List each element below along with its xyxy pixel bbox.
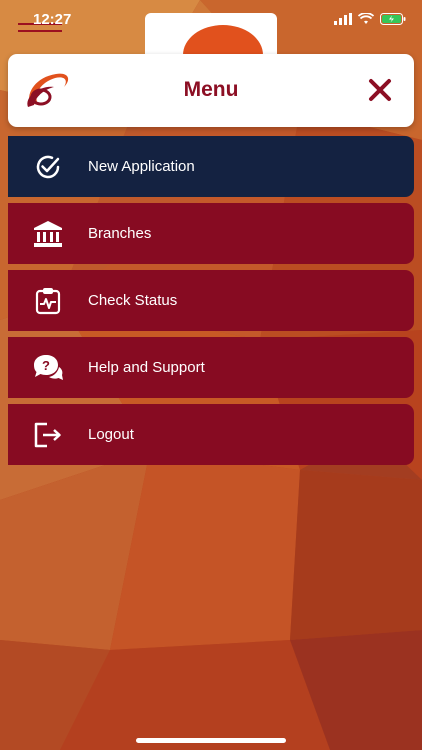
close-x-icon [369, 79, 391, 101]
check-circle-icon [8, 153, 88, 181]
battery-icon [380, 12, 406, 30]
home-indicator[interactable] [136, 738, 286, 743]
menu-item-new-application[interactable]: New Application [8, 136, 414, 197]
menu-header: Menu [8, 54, 414, 127]
status-time-stripe [18, 30, 62, 32]
clipboard-pulse-icon [8, 287, 88, 315]
menu-item-label: Logout [88, 426, 134, 443]
menu-item-label: New Application [88, 158, 195, 175]
menu-item-branches[interactable]: Branches [8, 203, 414, 264]
menu-item-logout[interactable]: Logout [8, 404, 414, 465]
logout-icon [8, 421, 88, 449]
menu-item-label: Branches [88, 225, 152, 242]
svg-text:?: ? [42, 358, 50, 373]
wifi-icon [357, 12, 375, 30]
signal-icon [334, 12, 352, 30]
status-icons [334, 12, 406, 30]
chat-question-icon: ? [8, 353, 88, 383]
status-time: 12:27 [33, 11, 72, 28]
menu-item-label: Help and Support [88, 359, 205, 376]
menu-item-label: Check Status [88, 292, 178, 309]
page-title: Menu [183, 78, 239, 101]
bank-building-icon [8, 220, 88, 248]
menu-item-check-status[interactable]: Check Status [8, 270, 414, 331]
menu-item-help-and-support[interactable]: ? Help and Support [8, 337, 414, 398]
close-button[interactable] [364, 74, 396, 106]
